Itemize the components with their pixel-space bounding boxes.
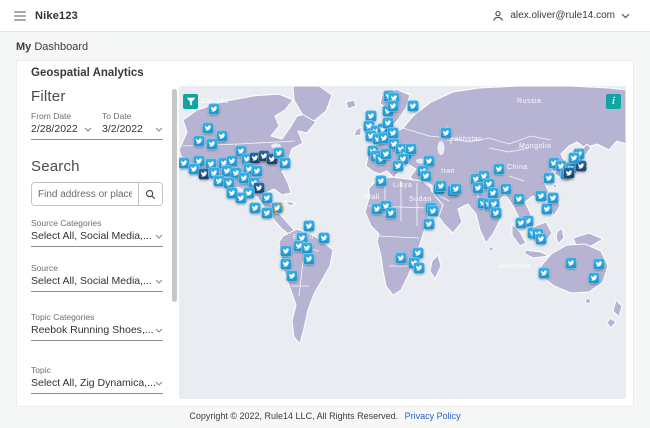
panel-scrollbar[interactable] <box>172 89 177 302</box>
world-map[interactable]: Canada Russia Kazakhstan Mongolia China Iran L… <box>179 86 626 399</box>
twitter-map-marker[interactable] <box>375 175 387 187</box>
chevron-down-icon <box>155 381 163 386</box>
filter-heading: Filter <box>31 88 66 105</box>
twitter-map-marker[interactable] <box>490 207 502 219</box>
search-button[interactable] <box>138 183 162 205</box>
twitter-map-marker[interactable] <box>427 205 439 217</box>
topic-categories-select[interactable]: Topic Categories Reebok Running Shoes,..… <box>31 312 163 341</box>
twitter-map-marker[interactable] <box>513 193 525 205</box>
divider <box>31 139 163 140</box>
top-bar: Nike123 alex.oliver@rule14.com <box>0 0 650 32</box>
twitter-map-marker[interactable] <box>535 233 547 245</box>
twitter-map-marker[interactable] <box>538 267 550 279</box>
geospatial-analytics-card: Geospatial Analytics Filter From Date 2/… <box>16 60 634 407</box>
twitter-map-marker[interactable] <box>420 170 432 182</box>
twitter-map-marker[interactable] <box>387 100 399 112</box>
twitter-map-marker[interactable] <box>500 183 512 195</box>
chevron-down-icon <box>155 127 163 132</box>
map-filter-button[interactable] <box>183 94 198 109</box>
info-icon: i <box>612 96 615 107</box>
map-info-button[interactable]: i <box>606 94 621 109</box>
user-menu[interactable]: alex.oliver@rule14.com <box>492 10 636 22</box>
twitter-map-marker[interactable] <box>547 192 559 204</box>
footer: Copyright © 2022, Rule14 LLC, All Rights… <box>0 411 650 421</box>
twitter-map-marker[interactable] <box>535 190 547 202</box>
twitter-map-marker[interactable] <box>380 148 392 160</box>
from-date-label: From Date <box>31 111 72 121</box>
twitter-map-marker[interactable] <box>593 258 605 270</box>
source-categories-select[interactable]: Source Categories Select All, Social Med… <box>31 218 163 247</box>
from-date-value: 2/28/2022 <box>31 123 78 135</box>
copyright-text: Copyright © 2022, Rule14 LLC, All Rights… <box>189 411 399 421</box>
twitter-map-marker[interactable] <box>588 272 600 284</box>
twitter-map-marker[interactable] <box>385 207 397 219</box>
twitter-map-marker[interactable] <box>303 220 315 232</box>
twitter-map-marker[interactable] <box>318 232 330 244</box>
twitter-map-marker[interactable] <box>202 122 214 134</box>
twitter-map-marker[interactable] <box>216 130 228 142</box>
twitter-map-marker[interactable] <box>568 152 580 164</box>
to-date-label: To Date <box>102 111 132 121</box>
twitter-map-marker[interactable] <box>249 202 261 214</box>
twitter-map-marker[interactable] <box>515 217 527 229</box>
map-highlight-ring[interactable] <box>274 204 284 214</box>
search-heading: Search <box>31 158 80 175</box>
to-date-field[interactable]: To Date 3/2/2022 <box>102 111 163 135</box>
filter-panel: Filter From Date 2/28/2022 To Date 3/2/2… <box>31 88 163 396</box>
twitter-map-marker[interactable] <box>208 103 220 115</box>
twitter-map-marker[interactable] <box>493 163 505 175</box>
hamburger-menu-icon[interactable] <box>14 10 26 21</box>
twitter-map-marker[interactable] <box>193 135 205 147</box>
twitter-map-marker[interactable] <box>472 182 484 194</box>
twitter-map-marker[interactable] <box>387 127 399 139</box>
search-input[interactable] <box>32 183 138 205</box>
to-date-value: 3/2/2022 <box>102 123 143 135</box>
source-select[interactable]: Source Select All, Social Media,... <box>31 263 163 292</box>
user-email: alex.oliver@rule14.com <box>510 10 615 21</box>
twitter-map-marker[interactable] <box>261 207 273 219</box>
twitter-map-marker[interactable] <box>280 245 292 257</box>
twitter-map-marker[interactable] <box>450 183 462 195</box>
twitter-map-marker[interactable] <box>279 157 291 169</box>
chevron-down-icon <box>621 13 630 19</box>
privacy-policy-link[interactable]: Privacy Policy <box>405 411 461 421</box>
twitter-map-marker[interactable] <box>435 180 447 192</box>
breadcrumb[interactable]: My Dashboard <box>16 41 88 53</box>
chevron-down-icon <box>155 234 163 239</box>
twitter-map-marker[interactable] <box>407 100 419 112</box>
user-icon <box>492 10 504 22</box>
twitter-map-marker[interactable] <box>392 160 404 172</box>
twitter-map-marker[interactable] <box>543 172 555 184</box>
twitter-map-marker[interactable] <box>226 187 238 199</box>
page-title: Geospatial Analytics <box>31 67 144 79</box>
twitter-map-marker[interactable] <box>423 218 435 230</box>
twitter-map-marker[interactable] <box>565 257 577 269</box>
twitter-map-marker[interactable] <box>440 127 452 139</box>
twitter-map-marker[interactable] <box>251 165 263 177</box>
twitter-map-marker[interactable] <box>487 187 499 199</box>
chevron-down-icon <box>84 127 92 132</box>
world-map-landmass <box>179 86 626 345</box>
chevron-down-icon <box>155 279 163 284</box>
twitter-map-marker[interactable] <box>395 252 407 264</box>
twitter-map-marker[interactable] <box>280 258 292 270</box>
twitter-map-marker[interactable] <box>261 192 273 204</box>
twitter-map-marker[interactable] <box>286 270 298 282</box>
search-icon <box>145 189 156 199</box>
chevron-down-icon <box>155 328 163 333</box>
twitter-map-marker[interactable] <box>301 242 313 254</box>
twitter-map-marker[interactable] <box>563 167 575 179</box>
breadcrumb-bar: My Dashboard <box>0 33 650 60</box>
brand-title: Nike123 <box>35 9 78 22</box>
topic-select[interactable]: Topic Select All, Zig Dynamica,... <box>31 365 163 394</box>
address-search <box>31 182 163 206</box>
from-date-field[interactable]: From Date 2/28/2022 <box>31 111 92 135</box>
filter-funnel-icon <box>186 97 195 106</box>
twitter-map-marker[interactable] <box>206 138 218 150</box>
twitter-map-marker[interactable] <box>413 262 425 274</box>
twitter-map-marker[interactable] <box>541 203 553 215</box>
twitter-map-marker[interactable] <box>303 253 315 265</box>
